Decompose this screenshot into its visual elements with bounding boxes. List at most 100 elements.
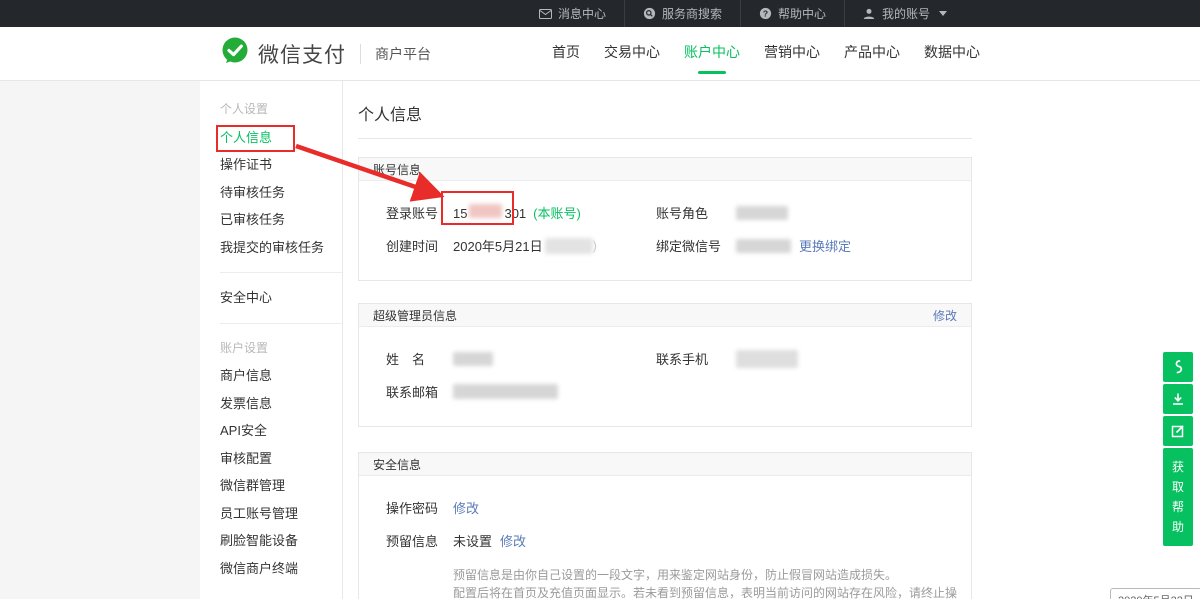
- topbar-item-label: 帮助中心: [778, 5, 826, 22]
- topbar-item-my-account[interactable]: 我的账号: [844, 0, 965, 27]
- redacted-account-role: [736, 206, 788, 220]
- tab-account-center[interactable]: 账户中心: [684, 36, 740, 72]
- header: 微信支付 商户平台 首页 交易中心 账户中心 营销中心 产品中心 数据中心: [0, 27, 1200, 81]
- redacted-admin-name: [453, 352, 493, 366]
- tab-data-center[interactable]: 数据中心: [924, 36, 980, 72]
- feedback-icon: [1171, 424, 1185, 438]
- topbar-item-label: 我的账号: [882, 5, 930, 22]
- topbar-item-message-center[interactable]: 消息中心: [521, 0, 624, 27]
- brand-divider: [360, 44, 361, 64]
- admin-name-label: 姓 名: [386, 349, 453, 368]
- redacted-contact-phone: [736, 350, 798, 368]
- redacted-created-time: [545, 238, 593, 254]
- sidebar-item-operation-certificate[interactable]: 操作证书: [220, 151, 342, 179]
- sidebar: 个人设置 个人信息 操作证书 待审核任务 已审核任务 我提交的审核任务 安全中心…: [200, 81, 343, 599]
- title-divider: [358, 138, 972, 139]
- topbar-item-label: 消息中心: [558, 5, 606, 22]
- login-account-value: 15301: [453, 204, 526, 221]
- download-button[interactable]: [1163, 384, 1193, 414]
- sidebar-group-account-settings: 账户设置: [220, 335, 342, 363]
- edit-password-link[interactable]: 修改: [453, 498, 479, 517]
- sidebar-item-merchant-info[interactable]: 商户信息: [220, 362, 342, 390]
- reserved-info-value: 未设置: [453, 531, 492, 550]
- sidebar-item-personal-info[interactable]: 个人信息: [220, 124, 342, 152]
- content-row: 个人设置 个人信息 操作证书 待审核任务 已审核任务 我提交的审核任务 安全中心…: [0, 81, 1200, 599]
- sidebar-item-wechat-merchant-terminal[interactable]: 微信商户终端: [220, 555, 342, 583]
- svg-text:?: ?: [763, 8, 768, 18]
- created-time-label: 创建时间: [386, 236, 453, 255]
- sidebar-item-reviewed-tasks[interactable]: 已审核任务: [220, 206, 342, 234]
- sidebar-item-review-config[interactable]: 审核配置: [220, 445, 342, 473]
- super-admin-body: 姓 名 联系手机 联系邮箱: [359, 327, 971, 426]
- admin-email-row: 联系邮箱: [359, 375, 971, 408]
- search-icon: [643, 7, 656, 20]
- contact-phone-label: 联系手机: [656, 349, 736, 368]
- page-title: 个人信息: [358, 101, 1200, 125]
- current-account-note: (本账号): [533, 203, 581, 222]
- sidebar-item-face-recognition-devices[interactable]: 刷脸智能设备: [220, 527, 342, 555]
- tab-product-center[interactable]: 产品中心: [844, 36, 900, 72]
- left-rail: [0, 81, 200, 599]
- admin-name-row: 姓 名 联系手机: [359, 342, 971, 375]
- super-admin-section-header: 超级管理员信息 修改: [359, 304, 971, 327]
- topbar: 消息中心 服务商搜索 ? 帮助中心 我的账号: [0, 0, 1200, 27]
- redacted-bound-wechat: [736, 239, 791, 253]
- description-line: 预留信息是由你自己设置的一段文字，用来鉴定网站身份，防止假冒网站造成损失。: [453, 566, 971, 584]
- account-info-body: 登录账号 15301 (本账号) 账号角色 创建时间 2020年5月21日: [359, 181, 971, 280]
- help-icon: ?: [759, 7, 772, 20]
- user-icon: [863, 7, 876, 20]
- section-title: 安全信息: [373, 456, 421, 473]
- description-line: 配置后将在首页及充值页面显示。若未看到预留信息，表明当前访问的网站存在风险，请终…: [453, 584, 971, 599]
- security-info-section-header: 安全信息: [359, 453, 971, 476]
- sidebar-item-pending-review-tasks[interactable]: 待审核任务: [220, 179, 342, 207]
- chevron-down-icon: [939, 11, 947, 16]
- sidebar-divider: [220, 323, 342, 324]
- tab-transaction-center[interactable]: 交易中心: [604, 36, 660, 72]
- main-nav: 首页 交易中心 账户中心 营销中心 产品中心 数据中心: [552, 36, 980, 72]
- login-account-label: 登录账号: [386, 203, 453, 222]
- edit-admin-link[interactable]: 修改: [933, 307, 957, 324]
- mail-icon: [539, 7, 552, 20]
- edit-reserved-info-link[interactable]: 修改: [500, 531, 526, 550]
- topbar-item-help-center[interactable]: ? 帮助中心: [740, 0, 844, 27]
- account-info-section: 账号信息 登录账号 15301 (本账号) 账号角色: [358, 157, 972, 281]
- portal-name: 商户平台: [375, 44, 431, 64]
- sidebar-item-wechat-group-management[interactable]: 微信群管理: [220, 472, 342, 500]
- brand-name: 微信支付: [258, 39, 346, 69]
- topbar-item-label: 服务商搜索: [662, 5, 722, 22]
- main-content: 个人信息 账号信息 登录账号 15301 (本账号) 账号角色: [343, 81, 1200, 599]
- help-char: 取: [1163, 477, 1193, 497]
- sidebar-item-invoice-info[interactable]: 发票信息: [220, 390, 342, 418]
- login-account-row: 登录账号 15301 (本账号) 账号角色: [359, 196, 971, 229]
- sidebar-item-my-submitted-review-tasks[interactable]: 我提交的审核任务: [220, 234, 342, 262]
- tab-home[interactable]: 首页: [552, 36, 580, 72]
- service-button[interactable]: [1163, 352, 1193, 382]
- created-time-tail: ): [593, 238, 597, 253]
- redacted-login-middle: [469, 204, 502, 218]
- get-help-button[interactable]: 获 取 帮 助: [1163, 448, 1193, 546]
- contact-email-label: 联系邮箱: [386, 382, 453, 401]
- account-role-label: 账号角色: [656, 203, 736, 222]
- feedback-button[interactable]: [1163, 416, 1193, 446]
- reserved-info-label: 预留信息: [386, 531, 453, 550]
- page: 消息中心 服务商搜索 ? 帮助中心 我的账号: [0, 0, 1200, 599]
- download-icon: [1171, 392, 1185, 406]
- sidebar-item-api-security[interactable]: API安全: [220, 417, 342, 445]
- super-admin-section: 超级管理员信息 修改 姓 名 联系手机: [358, 303, 972, 427]
- account-info-section-header: 账号信息: [359, 158, 971, 181]
- sidebar-item-security-center[interactable]: 安全中心: [220, 284, 342, 312]
- sidebar-item-staff-account-management[interactable]: 员工账号管理: [220, 500, 342, 528]
- sidebar-divider: [220, 272, 342, 273]
- created-time-row: 创建时间 2020年5月21日 ) 绑定微信号 更换绑定: [359, 229, 971, 262]
- service-icon: [1171, 359, 1185, 375]
- tab-marketing-center[interactable]: 营销中心: [764, 36, 820, 72]
- operation-password-row: 操作密码 修改: [359, 491, 971, 524]
- section-title: 账号信息: [373, 161, 421, 178]
- change-binding-link[interactable]: 更换绑定: [799, 236, 851, 255]
- operation-password-label: 操作密码: [386, 498, 453, 517]
- reserved-info-row: 预留信息 未设置 修改: [359, 524, 971, 557]
- help-char: 助: [1163, 517, 1193, 537]
- sidebar-group-personal-settings: 个人设置: [220, 96, 342, 124]
- brand[interactable]: 微信支付 商户平台: [220, 36, 431, 71]
- topbar-item-service-search[interactable]: 服务商搜索: [624, 0, 740, 27]
